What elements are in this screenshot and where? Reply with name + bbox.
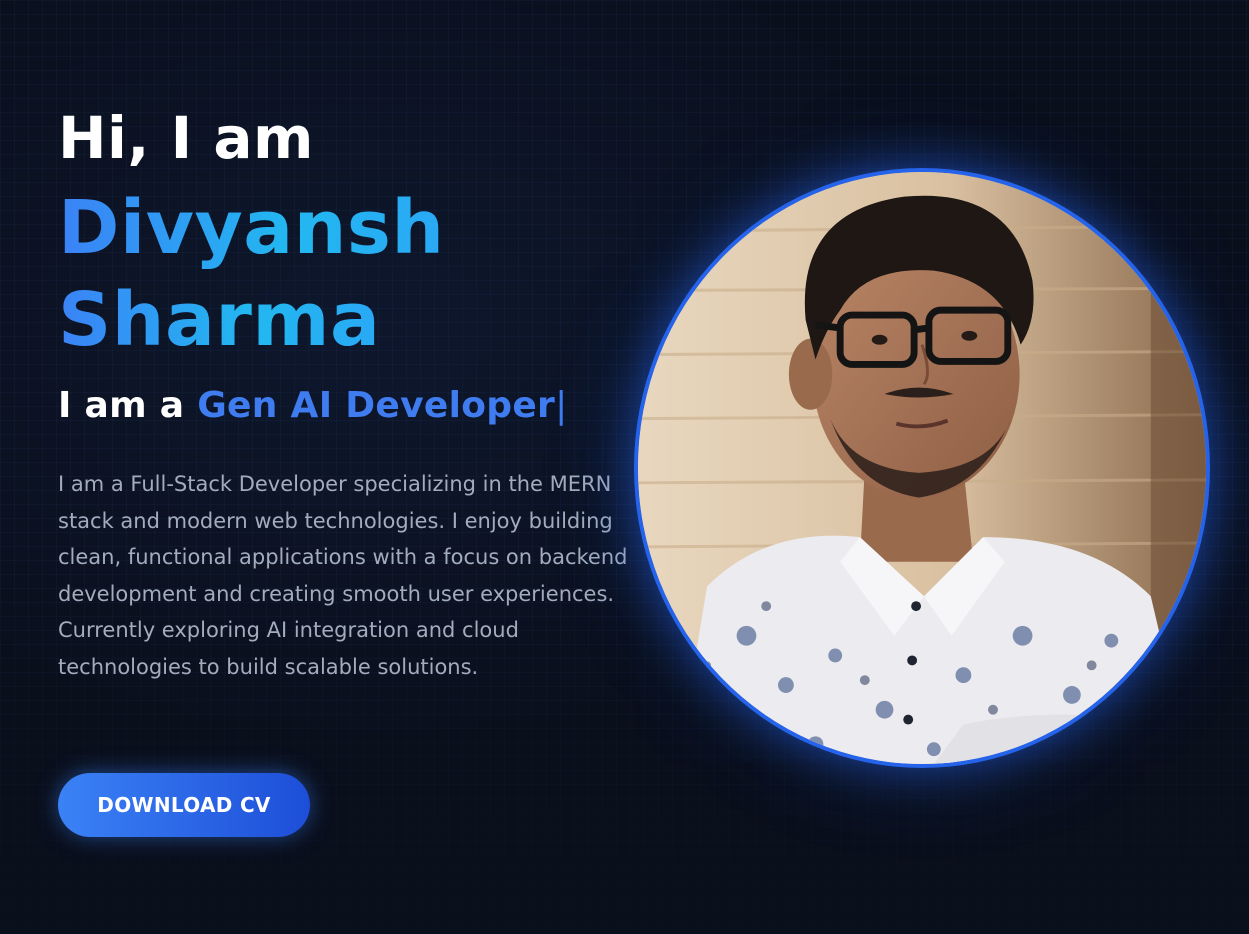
first-name: Divyansh: [58, 182, 445, 274]
greeting-heading: Hi, I am: [58, 104, 314, 172]
role-prefix: I am a: [58, 385, 198, 426]
last-name: Sharma: [58, 274, 380, 366]
download-cv-button[interactable]: DOWNLOAD CV: [58, 773, 310, 837]
role-title: Gen AI Developer: [197, 385, 556, 426]
portrait-illustration: [638, 172, 1206, 764]
hero-text-section: Hi, I am Divyansh Sharma I am a Gen AI D…: [58, 100, 648, 686]
name-heading: Divyansh Sharma: [58, 182, 648, 366]
profile-photo: [634, 168, 1210, 768]
intro-paragraph: I am a Full-Stack Developer specializing…: [58, 472, 628, 679]
typing-cursor: |: [555, 385, 568, 426]
role-tagline: I am a Gen AI Developer|: [58, 384, 648, 428]
